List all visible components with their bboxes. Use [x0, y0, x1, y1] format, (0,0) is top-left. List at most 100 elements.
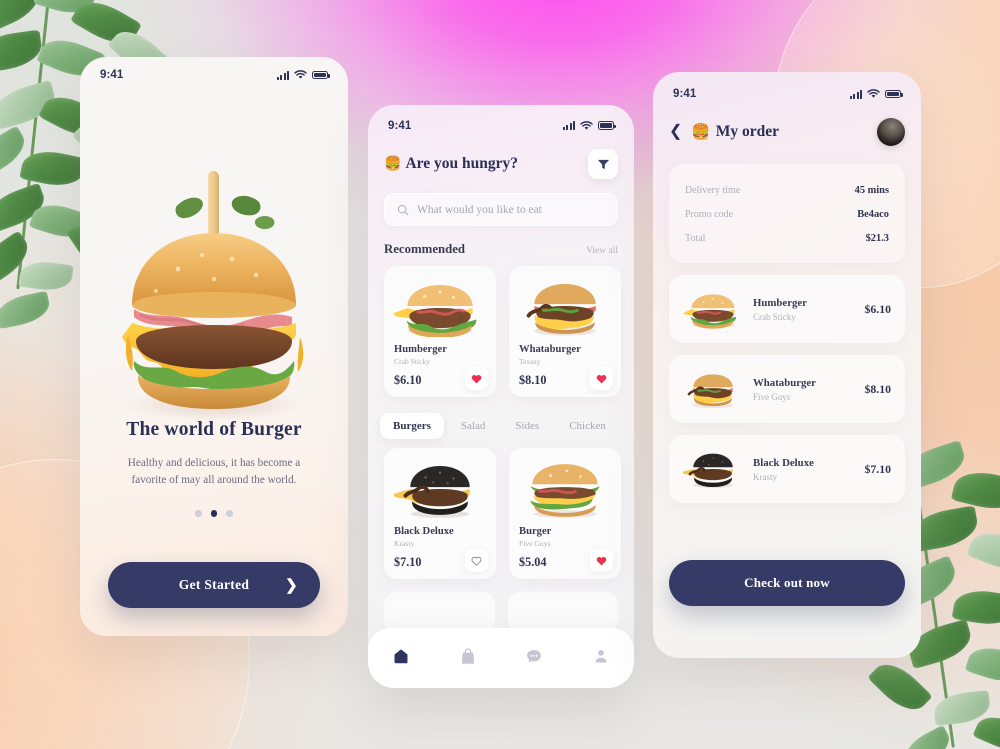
order-item-price: $8.10 — [864, 381, 891, 396]
chevron-left-icon[interactable]: ❮ — [669, 124, 682, 140]
order-item-subtitle: Krasty — [753, 471, 777, 482]
bottom-navigation — [368, 628, 634, 688]
phone-onboarding: 9:41 The world of Burger Healthy and del… — [80, 57, 348, 636]
order-header: ❮ 🍔 My order — [653, 104, 921, 146]
burger-bacon-image — [683, 366, 743, 412]
category-tabs: Burgers Salad Sides Chicken — [380, 413, 624, 439]
home-greeting-label: Are you hungry? — [405, 155, 518, 172]
status-time: 9:41 — [388, 119, 412, 132]
burger-black-bun-image — [394, 458, 486, 520]
filter-funnel-icon — [597, 159, 609, 169]
summary-row: Total $21.3 — [685, 226, 889, 250]
battery-icon — [312, 70, 330, 80]
order-item-text: Humberger Crab Sticky — [753, 297, 864, 322]
home-icon[interactable] — [392, 647, 410, 670]
order-item-name: Black Deluxe — [753, 456, 814, 469]
status-bar: 9:41 — [80, 57, 348, 87]
food-card[interactable]: Black Deluxe Krasty $7.10 — [384, 448, 496, 579]
food-name: Black Deluxe — [394, 526, 454, 537]
summary-value: 45 mins — [854, 184, 889, 196]
summary-key: Total — [685, 232, 706, 244]
order-title: 🍔 My order — [691, 123, 779, 142]
summary-row: Promo code Be4aco — [685, 202, 889, 226]
status-indicators — [850, 89, 903, 99]
phone-home: 9:41 🍔 Are you hungry? What would you li… — [368, 105, 634, 688]
recommended-grid: Humberger Crab Sticky $6.10 Whataburger … — [384, 266, 621, 397]
burger-hero-image — [80, 109, 348, 429]
signal-bars-icon — [563, 121, 575, 130]
heart-outline-icon — [471, 556, 482, 566]
battery-icon — [885, 89, 903, 99]
user-avatar[interactable] — [877, 118, 905, 146]
food-name: Humberger — [394, 344, 447, 355]
food-subtitle: Krasty — [394, 539, 415, 548]
chat-bubble-icon[interactable] — [525, 647, 543, 670]
favorite-button[interactable] — [590, 549, 613, 572]
home-greeting: 🍔 Are you hungry? — [384, 155, 518, 173]
favorite-button[interactable] — [465, 367, 488, 390]
filter-button[interactable] — [588, 149, 618, 179]
favorite-button[interactable] — [465, 549, 488, 572]
food-card[interactable]: Whataburger Texasy $8.10 — [509, 266, 621, 397]
burger-emoji-icon: 🍔 — [691, 123, 711, 141]
partial-card[interactable] — [507, 592, 618, 632]
wifi-icon — [294, 70, 307, 79]
search-placeholder: What would you like to eat — [417, 203, 542, 216]
summary-value: $21.3 — [865, 232, 889, 244]
status-bar: 9:41 — [368, 105, 634, 137]
heart-filled-icon — [596, 556, 607, 565]
carousel-dot-2[interactable] — [210, 510, 218, 517]
checkout-button[interactable]: Check out now — [669, 560, 905, 606]
order-item[interactable]: Humberger Crab Sticky $6.10 — [669, 275, 905, 343]
burger-bacon-image — [519, 276, 611, 338]
order-item[interactable]: Whataburger Five Guys $8.10 — [669, 355, 905, 423]
summary-row: Delivery time 45 mins — [685, 178, 889, 202]
tab-salad[interactable]: Salad — [448, 413, 498, 439]
tab-chicken[interactable]: Chicken — [556, 413, 619, 439]
food-card[interactable]: Humberger Crab Sticky $6.10 — [384, 266, 496, 397]
partial-card-row — [384, 592, 618, 632]
status-time: 9:41 — [100, 69, 124, 81]
food-name: Whataburger — [519, 344, 581, 355]
recommended-title: Recommended — [384, 242, 466, 256]
wifi-icon — [580, 120, 593, 130]
order-summary: Delivery time 45 mins Promo code Be4aco … — [669, 164, 905, 263]
food-subtitle: Five Guys — [519, 539, 551, 548]
order-item[interactable]: Black Deluxe Krasty $7.10 — [669, 435, 905, 503]
chevron-right-icon: ❯ — [285, 577, 298, 594]
bag-icon[interactable] — [459, 647, 477, 670]
order-item-price: $6.10 — [864, 301, 891, 316]
order-item-text: Black Deluxe Krasty — [753, 457, 864, 482]
order-item-text: Whataburger Five Guys — [753, 377, 864, 402]
partial-card[interactable] — [384, 592, 495, 632]
carousel-dot-3[interactable] — [226, 510, 233, 517]
status-time: 9:41 — [673, 88, 697, 100]
profile-icon[interactable] — [592, 647, 610, 670]
burger-emoji-icon: 🍔 — [384, 156, 402, 172]
order-title-label: My order — [715, 123, 779, 140]
order-item-name: Whataburger — [753, 376, 816, 389]
category-grid: Black Deluxe Krasty $7.10 Burger Five Gu… — [384, 448, 621, 579]
search-icon — [397, 204, 409, 215]
carousel-dots[interactable] — [80, 510, 348, 517]
order-item-price: $7.10 — [864, 461, 891, 476]
carousel-dot-1[interactable] — [195, 510, 202, 517]
tab-sides[interactable]: Sides — [502, 413, 552, 439]
food-card[interactable]: Burger Five Guys $5.04 — [509, 448, 621, 579]
home-header: 🍔 Are you hungry? — [368, 137, 634, 179]
view-all-link[interactable]: View all — [586, 246, 618, 256]
signal-bars-icon — [277, 70, 289, 80]
heart-filled-icon — [471, 374, 482, 383]
checkout-label: Check out now — [744, 575, 830, 590]
summary-value: Be4aco — [857, 208, 889, 220]
wifi-icon — [867, 89, 880, 98]
status-indicators — [563, 120, 616, 131]
summary-key: Delivery time — [685, 184, 741, 196]
tab-burgers[interactable]: Burgers — [380, 413, 444, 439]
search-input[interactable]: What would you like to eat — [384, 193, 618, 226]
get-started-button[interactable]: Get Started ❯ — [108, 562, 320, 608]
page-subtitle: Healthy and delicious, it has become a f… — [127, 457, 301, 487]
food-subtitle: Crab Sticky — [394, 357, 431, 366]
burger-black-bun-image — [683, 446, 743, 492]
favorite-button[interactable] — [590, 367, 613, 390]
